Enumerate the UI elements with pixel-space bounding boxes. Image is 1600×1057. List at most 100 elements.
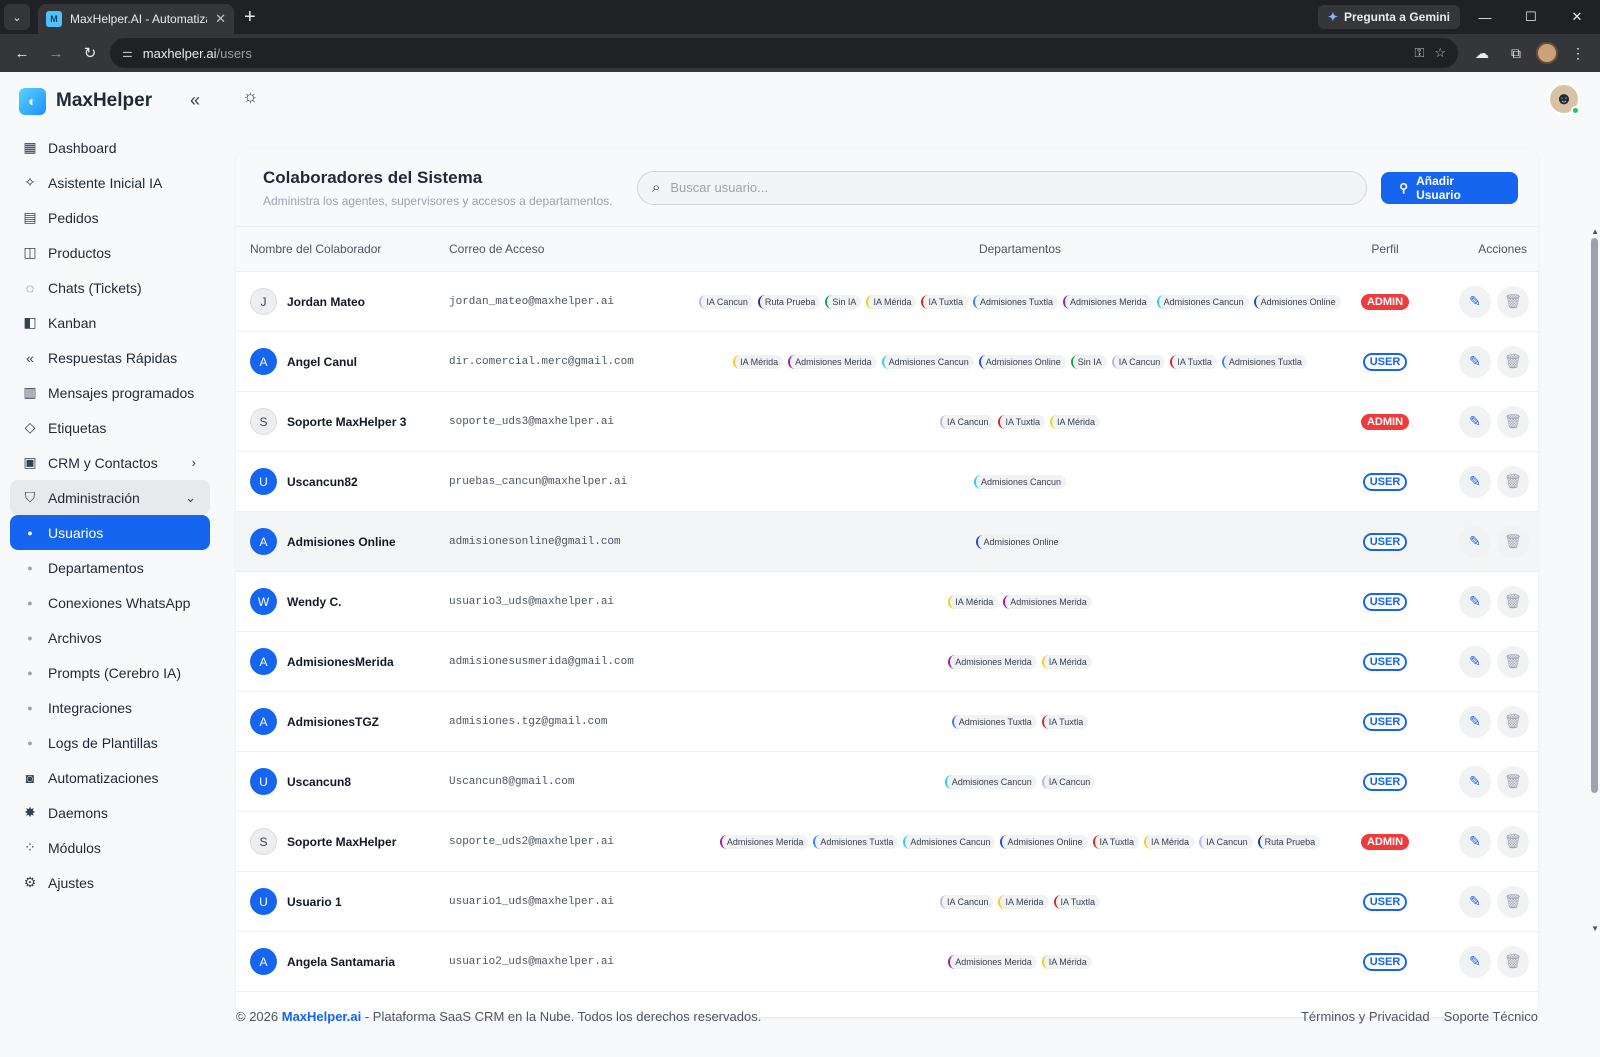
- edit-pencil-icon[interactable]: ✎: [1459, 345, 1491, 378]
- delete-trash-icon[interactable]: 🗑: [1497, 585, 1529, 618]
- new-tab-button[interactable]: +: [244, 6, 256, 29]
- sidebar-item-prompts-cerebro-ia[interactable]: ● Prompts (Cerebro IA): [10, 655, 210, 690]
- sidebar-item-crm-y-contactos[interactable]: ▣ CRM y Contactos ›: [10, 445, 210, 480]
- sidebar-item-archivos[interactable]: ● Archivos: [10, 620, 210, 655]
- delete-trash-icon[interactable]: 🗑: [1497, 885, 1529, 918]
- sparkle-icon: ✧: [24, 174, 36, 190]
- sidebar-item-etiquetas[interactable]: ◇ Etiquetas: [10, 410, 210, 445]
- window-close-icon[interactable]: ✕: [1554, 0, 1600, 34]
- edit-pencil-icon[interactable]: ✎: [1459, 465, 1491, 498]
- sidebar-item-productos[interactable]: ◫ Productos: [10, 235, 210, 270]
- profile-cell: ADMIN: [1335, 293, 1435, 310]
- edit-pencil-icon[interactable]: ✎: [1459, 885, 1491, 918]
- sidebar-item-departamentos[interactable]: ● Departamentos: [10, 550, 210, 585]
- sidebar-item-ajustes[interactable]: ⚙ Ajustes: [10, 865, 210, 900]
- delete-trash-icon[interactable]: 🗑: [1497, 525, 1529, 558]
- profile-cell: USER: [1335, 532, 1435, 551]
- delete-trash-icon[interactable]: 🗑: [1497, 645, 1529, 678]
- search-box[interactable]: ⌕: [636, 170, 1368, 205]
- table-row: S Soporte MaxHelper soporte_uds2@maxhelper…: [236, 812, 1538, 872]
- department-chip: Admisiones Tuxtla: [813, 834, 899, 849]
- avatar: J: [250, 288, 277, 315]
- sidebar-item-kanban[interactable]: ◧ Kanban: [10, 305, 210, 340]
- delete-trash-icon[interactable]: 🗑: [1497, 465, 1529, 498]
- edit-pencil-icon[interactable]: ✎: [1459, 705, 1491, 738]
- delete-trash-icon[interactable]: 🗑: [1497, 765, 1529, 798]
- search-input[interactable]: [670, 180, 1353, 195]
- edit-pencil-icon[interactable]: ✎: [1459, 525, 1491, 558]
- brand-name: MaxHelper: [56, 90, 153, 111]
- sidebar-item-modulos[interactable]: ⁘ Módulos: [10, 830, 210, 865]
- url-path: /users: [216, 45, 252, 61]
- scroll-up-arrow-icon[interactable]: ▲: [1591, 227, 1599, 236]
- delete-trash-icon[interactable]: 🗑: [1497, 945, 1529, 978]
- omnibox[interactable]: ⚌ maxhelper.ai/users ⚿ ☆: [110, 38, 1458, 68]
- delete-trash-icon[interactable]: 🗑: [1497, 405, 1529, 438]
- sidebar-item-integraciones[interactable]: ● Integraciones: [10, 690, 210, 725]
- close-tab-icon[interactable]: ✕: [215, 11, 226, 27]
- sidebar-item-chats-tickets[interactable]: ◌ Chats (Tickets): [10, 270, 210, 305]
- support-link[interactable]: Soporte Técnico: [1444, 1009, 1538, 1024]
- browser-profile-avatar[interactable]: [1536, 42, 1558, 64]
- scroll-down-arrow-icon[interactable]: ▼: [1591, 924, 1599, 933]
- sidebar-item-automatizaciones[interactable]: ◙ Automatizaciones: [10, 760, 210, 795]
- add-user-button[interactable]: ⚲ Añadir Usuario: [1381, 171, 1518, 204]
- cloud-icon[interactable]: ☁: [1468, 45, 1496, 62]
- browser-tab-active[interactable]: M MaxHelper.AI - Automatiza tu a ✕: [38, 4, 234, 34]
- sidebar-item-pedidos[interactable]: ▤ Pedidos: [10, 200, 210, 235]
- sidebar-item-dashboard[interactable]: ▦ Dashboard: [10, 130, 210, 165]
- sidebar-item-asistente-inicial-ia[interactable]: ✧ Asistente Inicial IA: [10, 165, 210, 200]
- sidebar-item-administracion[interactable]: ⛉ Administración ⌄: [10, 480, 210, 515]
- extensions-icon[interactable]: ⧉: [1502, 45, 1530, 62]
- reload-icon[interactable]: ↻: [76, 39, 104, 67]
- edit-pencil-icon[interactable]: ✎: [1459, 645, 1491, 678]
- edit-pencil-icon[interactable]: ✎: [1459, 825, 1491, 858]
- sidebar-item-logs-de-plantillas[interactable]: ● Logs de Plantillas: [10, 725, 210, 760]
- actions-cell: ✎ 🗑: [1435, 345, 1535, 378]
- scrollbar-thumb[interactable]: [1591, 238, 1598, 793]
- site-info-icon[interactable]: ⚌: [122, 46, 133, 60]
- terms-link[interactable]: Términos y Privacidad: [1301, 1009, 1430, 1024]
- profile-cell: USER: [1335, 712, 1435, 731]
- robot-icon: ◙: [25, 769, 35, 786]
- bookmark-star-icon[interactable]: ☆: [1434, 45, 1446, 61]
- department-chip: Admisiones Cancun: [903, 834, 996, 849]
- chevron-down-icon: ⌄: [185, 489, 196, 505]
- sidebar-item-respuestas-rapidas[interactable]: « Respuestas Rápidas: [10, 340, 210, 375]
- department-chip: Admisiones Online: [978, 354, 1066, 369]
- header-name: Nombre del Colaborador: [250, 242, 382, 256]
- delete-trash-icon[interactable]: 🗑: [1497, 285, 1529, 318]
- brand[interactable]: ◐ MaxHelper: [0, 72, 222, 130]
- edit-pencil-icon[interactable]: ✎: [1459, 765, 1491, 798]
- back-arrow-icon[interactable]: ←: [8, 39, 36, 67]
- delete-trash-icon[interactable]: 🗑: [1497, 705, 1529, 738]
- edit-pencil-icon[interactable]: ✎: [1459, 945, 1491, 978]
- maximize-icon[interactable]: ☐: [1508, 0, 1554, 34]
- key-icon[interactable]: ⚿: [1414, 45, 1424, 61]
- forward-arrow-icon[interactable]: →: [42, 39, 70, 67]
- footer-brand-link[interactable]: MaxHelper.ai: [282, 1009, 362, 1024]
- profile-badge: ADMIN: [1360, 413, 1410, 430]
- sidebar-item-label: Respuestas Rápidas: [48, 349, 178, 366]
- sidebar-item-conexiones-whatsapp[interactable]: ● Conexiones WhatsApp: [10, 585, 210, 620]
- delete-trash-icon[interactable]: 🗑: [1497, 345, 1529, 378]
- collaborator-email: soporte_uds3@maxhelper.ai: [449, 415, 615, 428]
- edit-pencil-icon[interactable]: ✎: [1459, 285, 1491, 318]
- profile-cell: USER: [1335, 592, 1435, 611]
- departments-cell: Admisiones Tuxtla IA Tuxtla: [705, 714, 1335, 729]
- theme-toggle-sun-icon[interactable]: ☼: [242, 86, 259, 107]
- sidebar-item-usuarios[interactable]: ● Usuarios: [10, 515, 210, 550]
- edit-pencil-icon[interactable]: ✎: [1459, 585, 1491, 618]
- sidebar-item-label: Chats (Tickets): [48, 279, 142, 296]
- shield-user-icon: ⛉: [24, 489, 36, 505]
- profile-cell: USER: [1335, 772, 1435, 791]
- delete-trash-icon[interactable]: 🗑: [1497, 825, 1529, 858]
- gemini-button[interactable]: ✦ Pregunta a Gemini: [1317, 5, 1460, 29]
- kebab-menu-icon[interactable]: ⋮: [1564, 45, 1592, 62]
- edit-pencil-icon[interactable]: ✎: [1459, 405, 1491, 438]
- collapse-sidebar-icon[interactable]: «: [190, 90, 200, 111]
- sidebar-item-mensajes-programados[interactable]: ▥ Mensajes programados: [10, 375, 210, 410]
- sidebar-item-daemons[interactable]: ✸ Daemons: [10, 795, 210, 830]
- minimize-icon[interactable]: —: [1462, 0, 1508, 34]
- tab-list-chevron-icon[interactable]: ⌄: [4, 4, 30, 30]
